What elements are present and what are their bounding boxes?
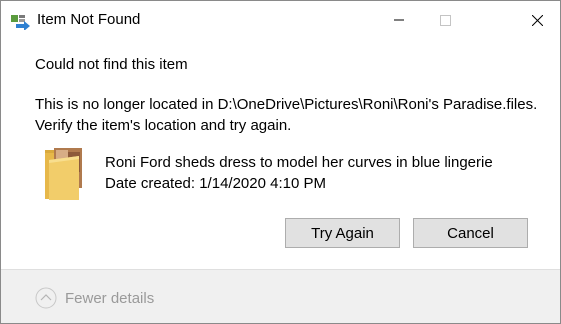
item-info: Roni Ford sheds dress to model her curve… <box>105 152 493 194</box>
fewer-details-label: Fewer details <box>65 289 155 307</box>
close-icon <box>531 14 543 26</box>
detail-location-line: This is no longer located in D:\OneDrive… <box>35 96 538 113</box>
item-not-found-dialog: Item Not Found Could not find this item … <box>0 0 561 324</box>
chevron-up-icon <box>35 287 57 309</box>
minimize-icon <box>394 19 404 21</box>
minimize-button[interactable] <box>376 1 422 39</box>
window-title: Item Not Found <box>37 11 141 28</box>
detail-instruction-line: Verify the item's location and try again… <box>35 117 292 134</box>
item-date-created: Date created: 1/14/2020 4:10 PM <box>105 175 326 192</box>
error-headline: Could not find this item <box>35 56 188 73</box>
dialog-footer: Fewer details <box>1 269 560 323</box>
maximize-icon <box>439 14 451 26</box>
close-button[interactable] <box>514 1 560 39</box>
try-again-button[interactable]: Try Again <box>285 218 400 248</box>
folder-icon <box>45 148 82 200</box>
title-bar[interactable]: Item Not Found <box>1 1 560 39</box>
fewer-details-toggle[interactable]: Fewer details <box>35 287 154 309</box>
cancel-button[interactable]: Cancel <box>413 218 528 248</box>
error-detail: This is no longer located in D:\OneDrive… <box>35 94 537 136</box>
file-move-icon <box>11 15 30 30</box>
item-name: Roni Ford sheds dress to model her curve… <box>105 154 493 171</box>
maximize-button[interactable] <box>422 1 468 39</box>
